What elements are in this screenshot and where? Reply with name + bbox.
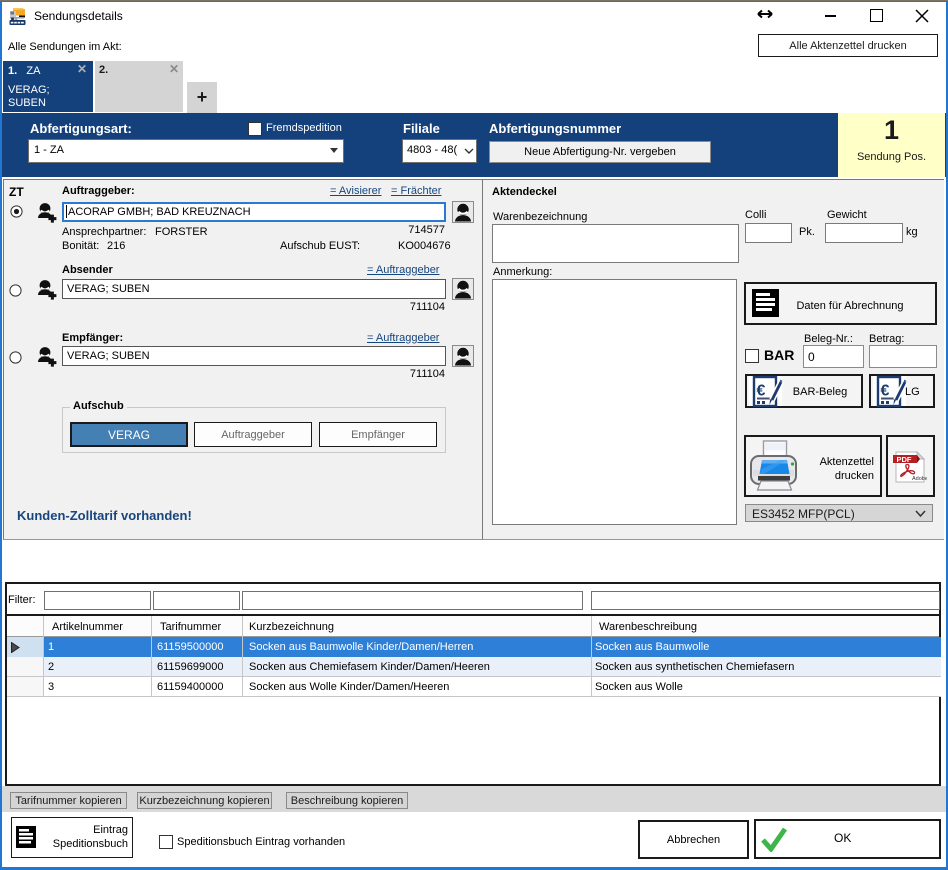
svg-text:PDF: PDF [897, 455, 912, 464]
svg-text:€: € [881, 383, 890, 400]
svg-text:Adobe: Adobe [912, 476, 927, 482]
svg-text:€: € [757, 383, 766, 400]
